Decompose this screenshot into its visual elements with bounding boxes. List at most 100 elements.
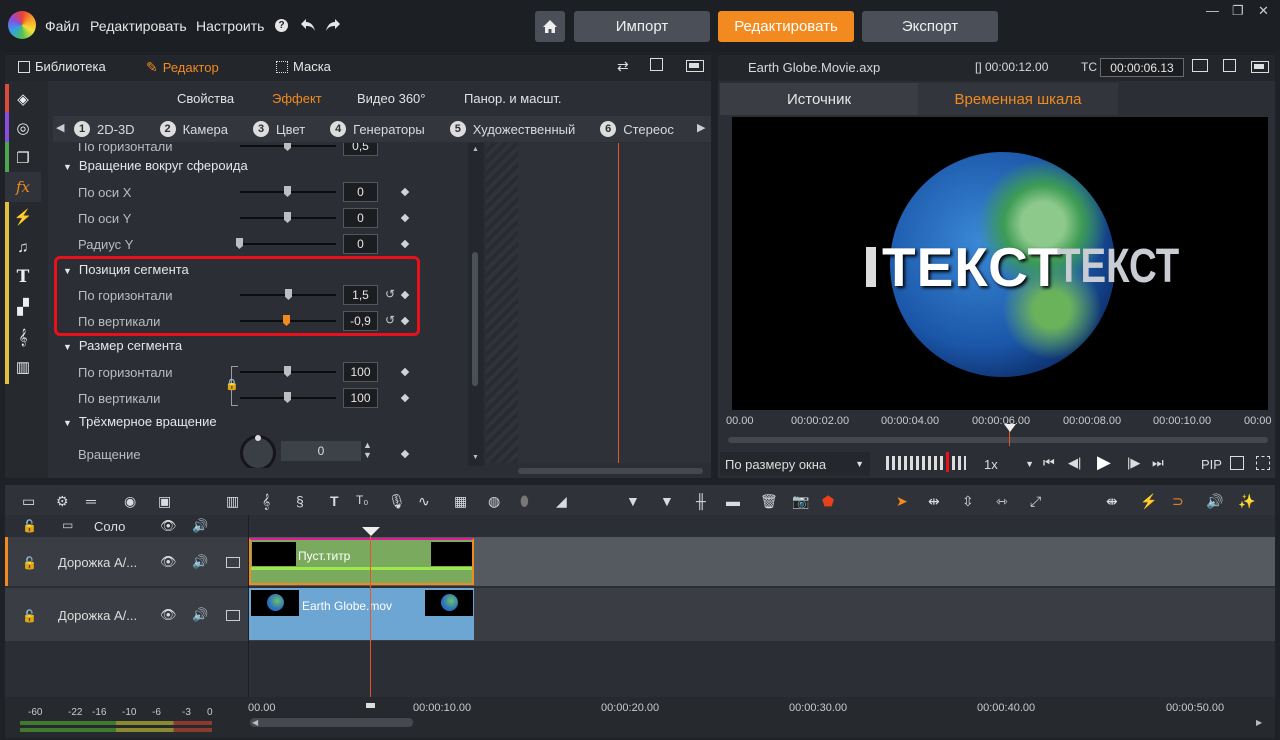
keyframe-hscroll[interactable] [518,468,703,474]
title-motion-icon[interactable]: T₀ [356,493,368,507]
maximize-icon[interactable]: ❐ [1232,3,1244,19]
go-end-icon[interactable]: ⏭ [1152,455,1164,471]
minimize-icon[interactable]: — [1206,3,1219,18]
category-camera[interactable]: 2 Камера [159,121,228,137]
tab-video360[interactable]: Видео 360° [357,91,425,106]
palette-icon[interactable]: ◍ [488,493,500,510]
video-preview[interactable]: ТЕКСТ ТЕКСТ [732,117,1268,410]
timecode-field[interactable]: 00:00:06.13 [1100,58,1184,77]
speaker-icon[interactable]: 🔊 [192,554,208,570]
size-v-value[interactable]: 100 [343,388,378,408]
spin-icon[interactable]: ▲ ▼ [363,440,372,460]
graphics-icon[interactable]: ▞ [5,292,41,322]
help-icon[interactable]: ? [275,19,288,32]
timeline-playhead[interactable] [370,536,371,706]
axis-y-slider[interactable] [240,212,336,223]
scroll-right-icon[interactable]: ▶ [1256,718,1262,727]
roll-icon[interactable]: ⇳ [962,493,974,510]
clef-icon[interactable]: 𝄞 [5,322,41,352]
radius-y-value[interactable]: 0 [343,234,378,254]
unlock-icon[interactable]: 🔓 [22,556,37,570]
title-icon[interactable]: T [330,493,339,509]
eye-icon[interactable]: 👁 [160,518,177,534]
edit-mode-button[interactable]: Редактировать [718,11,854,42]
monitor-icon[interactable] [226,557,240,568]
preview-ruler[interactable]: 00.00 00:00:02.00 00:00:04.00 00:00:06.0… [726,415,1272,446]
scroll-left-icon[interactable]: ◀ [56,121,64,134]
undo-icon[interactable] [300,17,316,33]
keyframe-icon[interactable] [400,239,410,249]
scrollbar-thumb[interactable] [472,252,478,386]
expand-icon[interactable] [1256,456,1270,470]
size-v-slider[interactable] [240,392,336,403]
pointer-icon[interactable]: ➤ [896,493,908,510]
tab-library[interactable]: Библиотека [18,59,106,74]
home-button[interactable] [535,11,565,42]
magic-wand-icon[interactable]: ✨ [1238,493,1255,510]
audio-mixer-icon[interactable]: ▥ [226,493,239,510]
menu-file[interactable]: Файл [45,18,79,34]
scroll-left-icon[interactable]: ◀ [252,718,258,727]
pip-button[interactable]: PIP [1201,457,1222,472]
track-name-1[interactable]: Дорожка A/... [58,555,137,570]
motion-tracking-icon[interactable]: ◢ [556,493,567,510]
category-color[interactable]: 3 Цвет [253,121,305,137]
category-artistic[interactable]: 5 Художественный [449,121,575,137]
jog-shuttle[interactable] [886,456,966,470]
timeline-hscroll[interactable] [250,718,413,727]
clip-video[interactable]: Earth Globe.mov [249,588,474,640]
insert-mode-icon[interactable]: ⇼ [1106,493,1118,510]
disc-icon[interactable]: ◉ [124,493,136,510]
keyframe-icon[interactable] [400,393,410,403]
preview-scrub-track[interactable] [728,437,1268,443]
speaker-icon[interactable]: 🔊 [192,607,208,623]
radius-y-slider[interactable] [236,238,336,249]
size-h-slider[interactable] [240,366,336,377]
rotation-value[interactable]: 0 [281,441,361,461]
snapshot-icon[interactable]: 📷 [792,493,809,510]
marker-add-icon[interactable]: ⬟ [822,493,834,510]
tab-editor[interactable]: ✎ Редактор [146,59,219,76]
voiceover-icon[interactable]: 🎙 [388,493,406,510]
category-stereo[interactable]: 6 Стереос [600,121,674,137]
ripple-icon[interactable]: ⇹ [928,493,940,510]
tab-timeline[interactable]: Временная шкала [918,83,1118,115]
video-track-icon[interactable]: ▭ [62,518,73,532]
monitor-icon[interactable] [226,610,240,621]
keyframe-icon[interactable] [400,213,410,223]
fx-icon[interactable]: fx [5,172,41,202]
fit-timeline-icon[interactable]: ⤢ [1030,493,1041,510]
transition-icon[interactable]: ⚡ [5,202,41,232]
group-rotation[interactable]: ▼ Вращение вокруг сфероида [53,153,468,179]
marker-in-icon[interactable]: ▼ [626,493,640,509]
settings-gear-icon[interactable]: ⚙ [56,493,69,510]
keyframe-icon[interactable] [400,187,410,197]
go-start-icon[interactable]: ⏮ [1043,455,1055,471]
play-icon[interactable]: ▶ [1097,452,1111,473]
speaker-icon[interactable]: 🔊 [192,518,208,534]
track-height-icon[interactable]: ═ [86,493,96,509]
layout-icon[interactable] [1251,61,1269,73]
unlock-icon[interactable]: 🔓 [22,519,37,533]
import-button[interactable]: Импорт [574,11,710,42]
step-forward-icon[interactable]: |▶ [1127,455,1140,471]
eye-icon[interactable]: 👁 [160,607,177,623]
text-icon[interactable]: T [5,262,41,292]
piano-icon[interactable]: ▥ [5,352,41,382]
layers-icon[interactable]: ❐ [5,143,41,173]
media-icon[interactable]: ◈ [5,84,41,114]
link-icon[interactable]: ⬮ [520,493,529,510]
audio-scrub-icon[interactable]: 🔊 [1206,493,1223,510]
export-button[interactable]: Экспорт [862,11,998,42]
export-frame-icon[interactable] [1192,59,1208,72]
scroll-right-icon[interactable]: ▶ [697,121,705,134]
group-3d-rotation[interactable]: ▼ Трёхмерное вращение [53,409,468,435]
split-icon[interactable]: ╫ [696,493,706,509]
slip-icon[interactable]: ⇿ [996,493,1008,510]
menu-edit[interactable]: Редактировать [90,18,187,34]
storyboard-icon[interactable]: ▣ [158,493,171,510]
keyframe-icon[interactable] [400,449,410,459]
track-name-2[interactable]: Дорожка A/... [58,608,137,623]
track-view-icon[interactable]: ▭ [22,493,35,510]
eye-icon[interactable]: 👁 [160,554,177,570]
